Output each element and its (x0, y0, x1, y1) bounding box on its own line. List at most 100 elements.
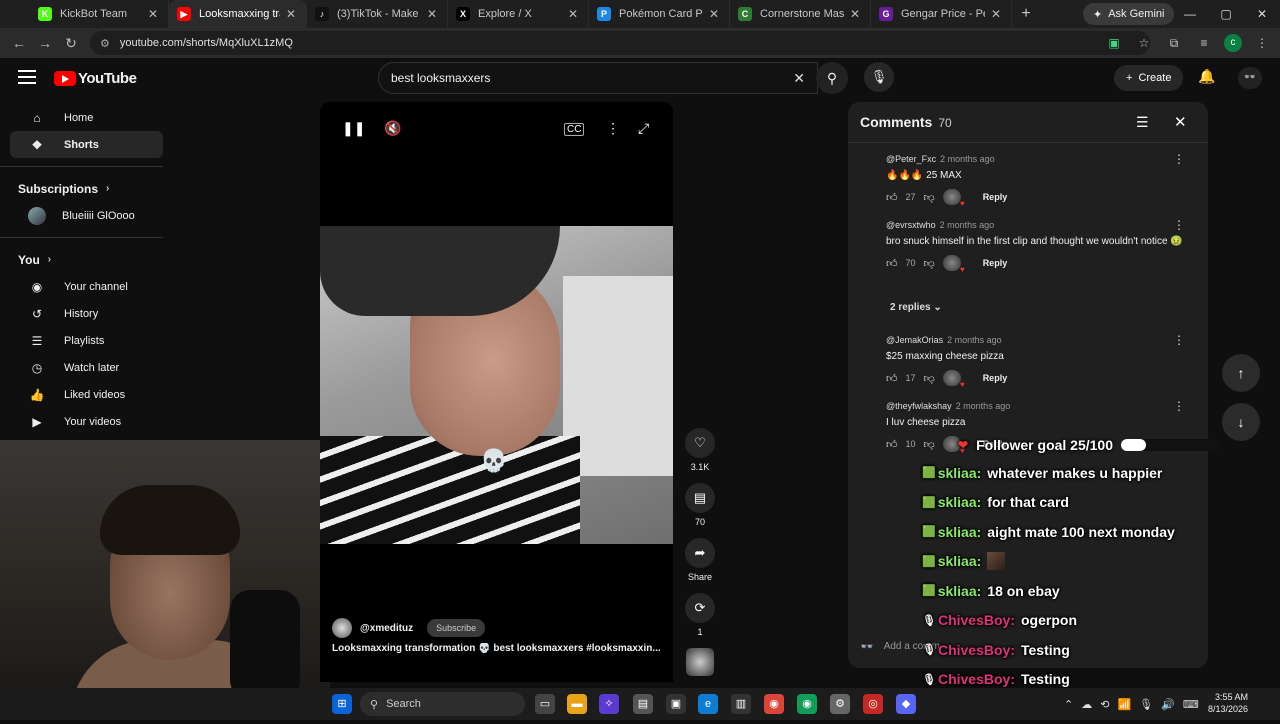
browser-tab[interactable]: P Pokémon Card Pricing ✕ (589, 0, 730, 28)
onedrive-icon[interactable]: ☁ (1081, 698, 1092, 711)
mic-tray-icon[interactable]: 🎙 (1139, 698, 1153, 711)
comment-author[interactable]: @Peter_Fxc 2 months ago (886, 154, 1196, 164)
tab-close-icon[interactable]: ✕ (284, 7, 298, 21)
file-explorer-icon[interactable]: ▬ (567, 694, 587, 714)
chrome-icon[interactable]: ◉ (764, 694, 784, 714)
reload-icon[interactable]: ↻ (58, 35, 84, 52)
maximize-icon[interactable]: ▢ (1208, 0, 1244, 28)
next-short-button[interactable]: ↓ (1222, 403, 1260, 441)
view-replies-button[interactable]: 2 replies ⌄ (890, 302, 942, 313)
search-input[interactable]: best looksmaxxers ✕ (378, 62, 818, 94)
bookmark-star-icon[interactable]: ☆ (1134, 36, 1154, 50)
browser-tab[interactable]: C Cornerstone Mask Op ✕ (730, 0, 871, 28)
browser-tab[interactable]: X Explore / X ✕ (448, 0, 589, 28)
notepad-icon[interactable]: ▥ (731, 694, 751, 714)
url-field[interactable]: ⚙ youtube.com/shorts/MqXluXL1zMQ (90, 31, 1150, 55)
subscriptions-heading[interactable]: Subscriptions › (0, 175, 175, 202)
network-icon[interactable]: 📶 (1117, 698, 1131, 711)
create-button[interactable]: + Create (1114, 65, 1184, 91)
menu-icon[interactable] (18, 70, 36, 84)
tab-close-icon[interactable]: ✕ (989, 7, 1003, 21)
sync-icon[interactable]: ⟲ (1100, 698, 1109, 711)
comment-more-icon[interactable]: ⋮ (1173, 152, 1185, 166)
thumbs-down-icon[interactable]: 👎︎ (924, 438, 935, 451)
browser-tab[interactable]: G Gengar Price - Perfect ✕ (871, 0, 1012, 28)
browser-tab[interactable]: K KickBot Team ✕ (30, 0, 169, 28)
sound-thumbnail[interactable] (686, 648, 714, 676)
reply-button[interactable]: Reply (983, 192, 1008, 202)
voice-search-button[interactable]: 🎙 (864, 62, 894, 92)
media-icon[interactable]: ≡ (1194, 36, 1214, 50)
taskbar-clock[interactable]: 3:55 AM 8/13/2026 (1192, 691, 1248, 715)
copilot-icon[interactable]: ✧ (599, 694, 619, 714)
site-info-icon[interactable]: ⚙ (100, 37, 110, 50)
youtube-logo[interactable]: YouTube (54, 70, 137, 87)
browser-menu-icon[interactable]: ⋮ (1252, 36, 1272, 50)
like-button[interactable]: ♡ (685, 428, 715, 458)
share-button[interactable]: ➦ (685, 538, 715, 568)
reply-button[interactable]: Reply (983, 373, 1008, 383)
discord-icon[interactable]: ◆ (896, 694, 916, 714)
subscribe-button[interactable]: Subscribe (427, 619, 486, 637)
captions-icon[interactable]: CC (564, 123, 585, 136)
windows-start-icon[interactable]: ⊞ (332, 694, 352, 714)
clear-search-icon[interactable]: ✕ (793, 70, 805, 87)
sidebar-item-watch-later[interactable]: ◷ Watch later (10, 354, 163, 381)
chrome-profile-icon[interactable]: ◉ (797, 694, 817, 714)
thumbs-down-icon[interactable]: 👎︎ (924, 372, 935, 385)
comment-more-icon[interactable]: ⋮ (1173, 399, 1185, 413)
new-tab-icon[interactable]: + (1012, 5, 1040, 23)
minimize-icon[interactable]: — (1172, 0, 1208, 28)
comment-author[interactable]: @JemakOrias 2 months ago (886, 335, 1196, 345)
thumbs-up-icon[interactable]: 👍︎ (886, 372, 898, 385)
sort-icon[interactable]: ☰ (1136, 114, 1149, 131)
taskbar-search[interactable]: ⚲ Search (360, 692, 525, 716)
pause-icon[interactable]: ❚❚ (342, 120, 365, 137)
obs-icon[interactable]: ◎ (863, 694, 883, 714)
sidebar-item-playlists[interactable]: ☰ Playlists (10, 327, 163, 354)
close-comments-icon[interactable]: ✕ (1174, 113, 1187, 131)
edge-icon[interactable]: e (698, 694, 718, 714)
fullscreen-icon[interactable]: ⤢ (638, 120, 649, 137)
cast-icon[interactable]: ▣ (1104, 36, 1124, 50)
terminal-icon[interactable]: ▣ (666, 694, 686, 714)
comment-author[interactable]: @evrsxtwho 2 months ago (886, 220, 1196, 230)
shorts-player[interactable]: ❚❚ 🔇 CC ⋮ ⤢ 💀 @xmedituz Subscribe Looksm… (320, 102, 673, 682)
extensions-icon[interactable]: ⧉ (1164, 36, 1184, 51)
previous-short-button[interactable]: ↑ (1222, 354, 1260, 392)
tab-close-icon[interactable]: ✕ (566, 7, 580, 21)
forward-icon[interactable]: → (32, 35, 58, 51)
thumbs-up-icon[interactable]: 👍︎ (886, 438, 898, 451)
thumbs-down-icon[interactable]: 👎︎ (924, 191, 935, 204)
subscription-item[interactable]: Blueiiii GlOooo (10, 202, 163, 229)
reply-button[interactable]: Reply (983, 258, 1008, 268)
you-heading[interactable]: You › (0, 246, 175, 273)
comment-more-icon[interactable]: ⋮ (1173, 333, 1185, 347)
comment-more-icon[interactable]: ⋮ (1173, 218, 1185, 232)
tab-close-icon[interactable]: ✕ (707, 7, 721, 21)
account-avatar[interactable]: 👓 (1238, 67, 1262, 89)
muted-volume-icon[interactable]: 🔇 (384, 120, 401, 137)
profile-avatar[interactable]: c (1224, 34, 1242, 52)
volume-icon[interactable]: 🔊 (1161, 698, 1175, 711)
sidebar-item-liked-videos[interactable]: 👍 Liked videos (10, 381, 163, 408)
sidebar-item-your-videos[interactable]: ▶ Your videos (10, 408, 163, 435)
store-icon[interactable]: ▤ (633, 694, 653, 714)
more-options-icon[interactable]: ⋮ (606, 120, 620, 137)
browser-tab[interactable]: ♪ (3)TikTok - Make Your ✕ (307, 0, 448, 28)
thumbs-up-icon[interactable]: 👍︎ (886, 257, 898, 270)
tab-close-icon[interactable]: ✕ (146, 7, 160, 21)
sidebar-item-shorts[interactable]: ❖ Shorts (10, 131, 163, 158)
sidebar-item-your-channel[interactable]: ◉ Your channel (10, 273, 163, 300)
task-view-icon[interactable]: ▭ (535, 694, 555, 714)
channel-avatar[interactable] (332, 618, 352, 638)
channel-name[interactable]: @xmedituz (360, 623, 413, 634)
sidebar-item-history[interactable]: ↺ History (10, 300, 163, 327)
comment-author[interactable]: @theyfwlakshay 2 months ago (886, 401, 1196, 411)
thumbs-down-icon[interactable]: 👎︎ (924, 257, 935, 270)
tab-close-icon[interactable]: ✕ (425, 7, 439, 21)
remix-button[interactable]: ⟳ (685, 593, 715, 623)
notifications-bell-icon[interactable]: 🔔 (1198, 68, 1215, 85)
search-button[interactable]: ⚲ (816, 62, 848, 94)
comments-button[interactable]: ▤ (685, 483, 715, 513)
